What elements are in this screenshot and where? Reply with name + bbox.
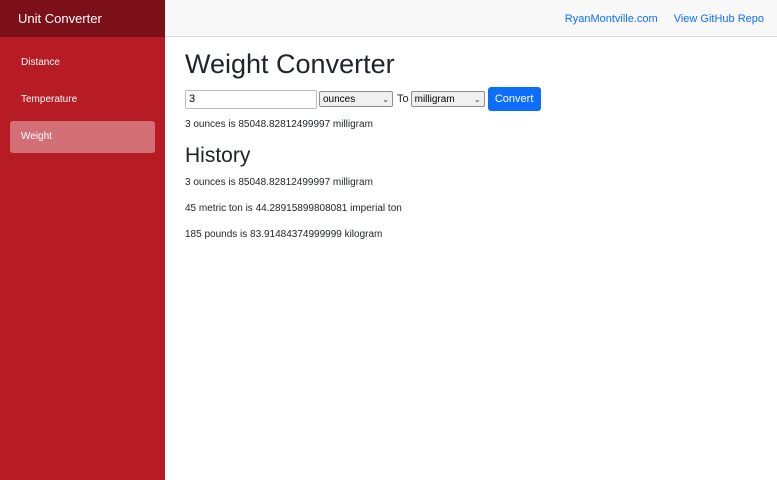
chevron-down-icon: ⌄ xyxy=(382,94,389,104)
history-title: History xyxy=(185,144,251,167)
chevron-down-icon: ⌄ xyxy=(473,94,481,104)
topbar-links: RyanMontville.com View GitHub Repo xyxy=(565,0,764,37)
sidebar-item-temperature[interactable]: Temperature xyxy=(10,84,155,116)
conversion-result: 3 ounces is 85048.82812499997 milligram xyxy=(185,119,373,130)
sidebar-nav: Distance Temperature Weight xyxy=(0,37,165,153)
ryanmontville-link[interactable]: RyanMontville.com xyxy=(565,13,658,25)
app-root: Unit Converter Distance Temperature Weig… xyxy=(0,0,777,480)
converter-form: ounces ⌄ To milligram ⌄ Convert xyxy=(185,87,765,111)
to-label: To xyxy=(397,93,409,105)
sidebar-item-distance[interactable]: Distance xyxy=(10,47,155,79)
history-item: 45 metric ton is 44.28915899808081 imper… xyxy=(185,203,402,214)
history-item: 185 pounds is 83.91484374999999 kilogram xyxy=(185,229,383,240)
to-unit-select[interactable]: milligram ⌄ xyxy=(410,91,485,107)
to-unit-value: milligram xyxy=(414,93,455,105)
convert-button[interactable]: Convert xyxy=(487,87,541,111)
main-content: Weight Converter ounces ⌄ To milligram ⌄… xyxy=(185,48,765,254)
history-item: 3 ounces is 85048.82812499997 milligram xyxy=(185,177,373,188)
page-title: Weight Converter xyxy=(185,49,395,79)
topbar: RyanMontville.com View GitHub Repo xyxy=(165,0,777,37)
from-unit-select[interactable]: ounces ⌄ xyxy=(319,91,393,107)
brand-title[interactable]: Unit Converter xyxy=(0,0,165,37)
sidebar: Unit Converter Distance Temperature Weig… xyxy=(0,0,165,480)
from-unit-value: ounces xyxy=(323,93,356,105)
history-list: 3 ounces is 85048.82812499997 milligram … xyxy=(185,176,765,241)
sidebar-item-weight[interactable]: Weight xyxy=(10,121,155,153)
value-input[interactable] xyxy=(185,89,317,109)
github-repo-link[interactable]: View GitHub Repo xyxy=(674,13,764,25)
